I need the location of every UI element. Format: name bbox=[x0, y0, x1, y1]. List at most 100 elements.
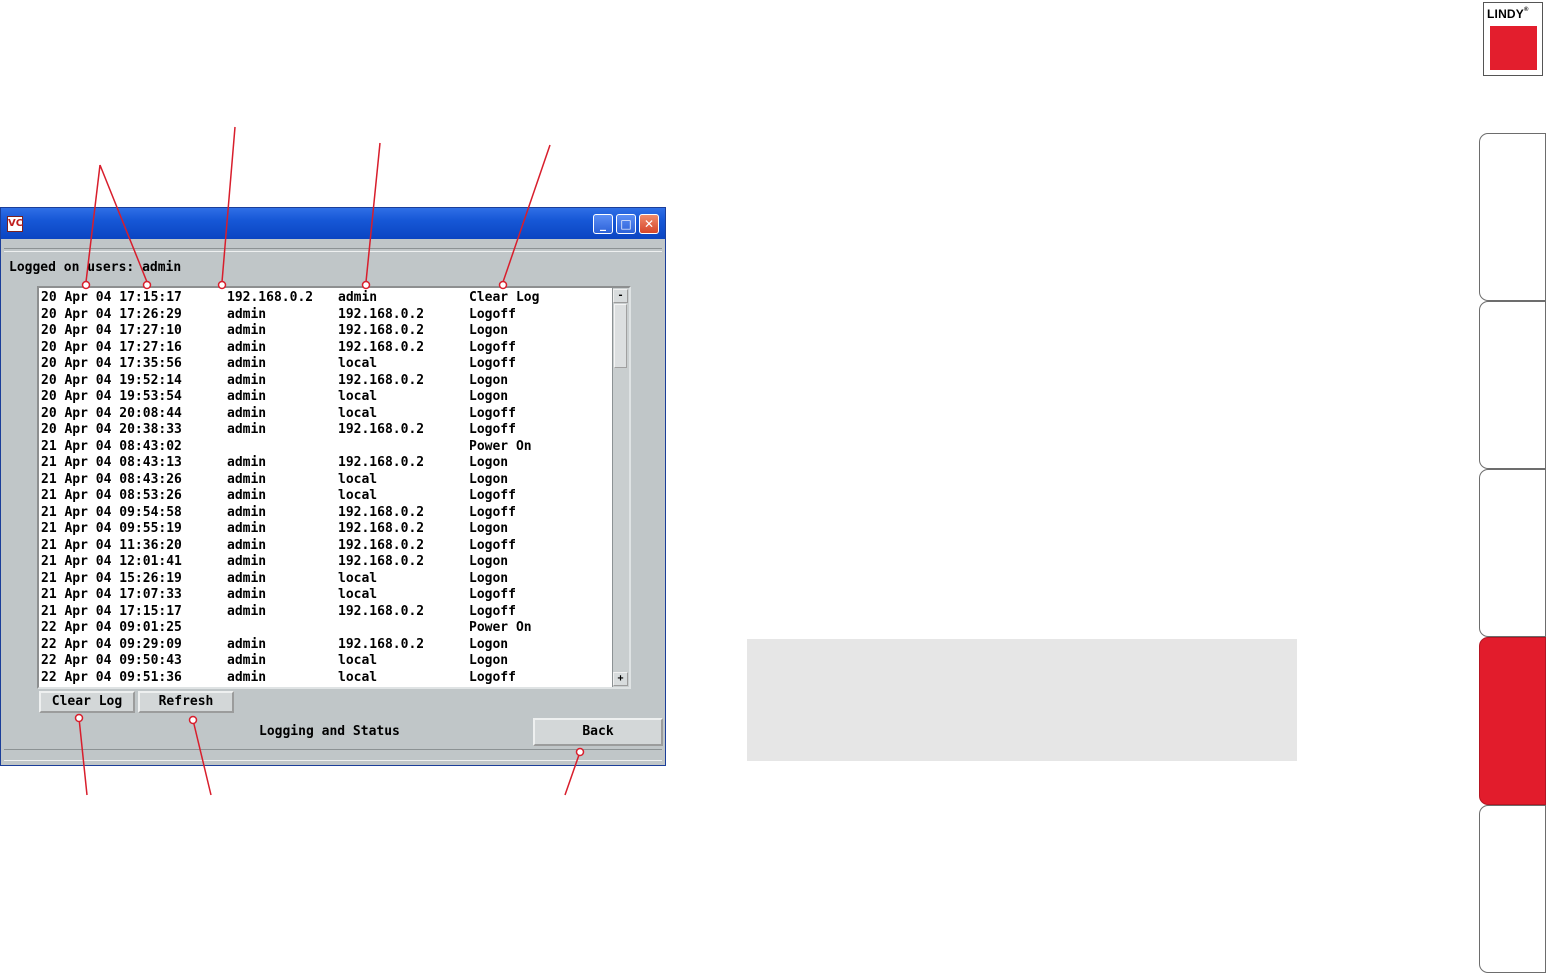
log-field-2: 192.168.0.2 bbox=[338, 372, 425, 388]
log-date: 21 Apr 04 11:36:20 bbox=[41, 537, 182, 553]
table-row[interactable]: 20 Apr 04 20:08:44 admin local Logoff bbox=[41, 406, 616, 423]
section-tab-1[interactable] bbox=[1479, 133, 1546, 301]
logging-status-window: VC _ □ ✕ Logged on users: admin 20 Apr 0… bbox=[0, 207, 666, 766]
table-row[interactable]: 20 Apr 04 17:26:29 admin 192.168.0.2 Logoff bbox=[41, 307, 616, 324]
table-row[interactable]: 21 Apr 04 09:55:19 admin 192.168.0.2 Logon bbox=[41, 521, 616, 538]
table-row[interactable]: 21 Apr 04 15:26:19 admin local Logon bbox=[41, 571, 616, 588]
table-row[interactable]: 20 Apr 04 17:27:10 admin 192.168.0.2 Logon bbox=[41, 323, 616, 340]
log-date: 20 Apr 04 19:52:14 bbox=[41, 372, 182, 388]
table-row[interactable]: 20 Apr 04 17:27:16 admin 192.168.0.2 Logoff bbox=[41, 340, 616, 357]
divider bbox=[4, 248, 662, 252]
log-date: 22 Apr 04 09:29:09 bbox=[41, 636, 182, 652]
log-field-2: 192.168.0.2 bbox=[338, 554, 425, 569]
table-row[interactable]: 21 Apr 04 11:36:20 admin 192.168.0.2 Logoff bbox=[41, 538, 616, 555]
log-field-2: local bbox=[338, 471, 378, 487]
back-button[interactable]: Back bbox=[533, 718, 663, 746]
log-date: 22 Apr 04 09:51:36 bbox=[41, 669, 182, 685]
log-field-1: 192.168.0.2 bbox=[227, 290, 314, 305]
table-row[interactable]: 20 Apr 04 19:53:54 admin local Logon bbox=[41, 389, 616, 406]
table-row[interactable]: 21 Apr 04 09:54:58 admin 192.168.0.2 Logoff bbox=[41, 505, 616, 522]
log-field-2: local bbox=[338, 669, 378, 685]
log-action: Logon bbox=[469, 636, 509, 652]
log-field-2: local bbox=[338, 405, 378, 421]
log-date: 20 Apr 04 20:38:33 bbox=[41, 422, 182, 437]
log-date: 20 Apr 04 17:27:10 bbox=[41, 323, 182, 338]
table-row[interactable]: 22 Apr 04 09:29:09 admin 192.168.0.2 Logon bbox=[41, 637, 616, 654]
table-row[interactable]: 20 Apr 04 17:15:17 192.168.0.2 admin Clear … bbox=[41, 290, 616, 307]
log-field-1: admin bbox=[227, 537, 267, 553]
log-field-2: 192.168.0.2 bbox=[338, 603, 425, 619]
log-action: Logon bbox=[469, 570, 509, 586]
log-field-1: admin bbox=[227, 306, 267, 322]
table-row[interactable]: 22 Apr 04 09:51:36 admin local Logoff bbox=[41, 670, 616, 687]
table-row[interactable]: 21 Apr 04 08:43:02 Power On bbox=[41, 439, 616, 456]
log-field-2: 192.168.0.2 bbox=[338, 339, 425, 355]
log-action: Power On bbox=[469, 620, 532, 635]
maximize-button[interactable]: □ bbox=[616, 214, 636, 234]
table-row[interactable]: 21 Apr 04 17:15:17 admin 192.168.0.2 Logoff bbox=[41, 604, 616, 621]
table-row[interactable]: 20 Apr 04 20:38:33 admin 192.168.0.2 Logoff bbox=[41, 422, 616, 439]
log-action: Logoff bbox=[469, 669, 516, 685]
log-date: 20 Apr 04 17:15:17 bbox=[41, 290, 182, 305]
title-bar[interactable]: VC _ □ ✕ bbox=[1, 208, 665, 239]
log-action: Logoff bbox=[469, 488, 516, 503]
table-row[interactable]: 21 Apr 04 12:01:41 admin 192.168.0.2 Logon bbox=[41, 554, 616, 571]
log-action: Logon bbox=[469, 471, 509, 487]
log-field-1: admin bbox=[227, 570, 267, 586]
log-field-2: 192.168.0.2 bbox=[338, 306, 425, 322]
scroll-down-button[interactable]: + bbox=[613, 672, 628, 686]
lindy-logo: LINDY® bbox=[1483, 2, 1543, 76]
log-field-2: local bbox=[338, 356, 378, 371]
log-field-2: local bbox=[338, 488, 378, 503]
table-row[interactable]: 21 Apr 04 08:43:13 admin 192.168.0.2 Logon bbox=[41, 455, 616, 472]
log-field-2: local bbox=[338, 587, 378, 602]
section-tab-2[interactable] bbox=[1479, 301, 1546, 469]
table-row[interactable]: 20 Apr 04 19:52:14 admin 192.168.0.2 Logon bbox=[41, 373, 616, 390]
log-date: 21 Apr 04 08:43:02 bbox=[41, 438, 182, 454]
table-row[interactable]: 21 Apr 04 08:43:26 admin local Logon bbox=[41, 472, 616, 489]
log-date: 20 Apr 04 19:53:54 bbox=[41, 389, 182, 404]
table-row[interactable]: 22 Apr 04 09:01:25 Power On bbox=[41, 620, 616, 637]
event-log-list[interactable]: 20 Apr 04 17:15:17 192.168.0.2 admin Clear … bbox=[37, 286, 631, 689]
log-field-1: admin bbox=[227, 323, 267, 338]
clear-log-button[interactable]: Clear Log bbox=[39, 691, 135, 713]
section-tab-3[interactable] bbox=[1479, 469, 1546, 637]
log-field-1: admin bbox=[227, 521, 267, 536]
log-field-2: 192.168.0.2 bbox=[338, 455, 425, 470]
table-row[interactable]: 21 Apr 04 17:07:33 admin local Logoff bbox=[41, 587, 616, 604]
logo-red-square bbox=[1490, 26, 1537, 70]
log-field-1: admin bbox=[227, 471, 267, 487]
close-button[interactable]: ✕ bbox=[639, 214, 659, 234]
log-field-2: 192.168.0.2 bbox=[338, 323, 425, 338]
scroll-up-button[interactable]: - bbox=[613, 289, 628, 303]
logged-on-value: admin bbox=[142, 260, 182, 275]
log-action: Clear Log bbox=[469, 290, 540, 305]
log-date: 21 Apr 04 09:55:19 bbox=[41, 521, 182, 536]
refresh-button[interactable]: Refresh bbox=[138, 691, 234, 713]
log-scrollbar[interactable]: - + bbox=[612, 288, 629, 687]
log-field-1: admin bbox=[227, 422, 267, 437]
log-date: 22 Apr 04 09:01:25 bbox=[41, 620, 182, 635]
section-tab-4-active[interactable] bbox=[1479, 637, 1546, 805]
log-field-1: admin bbox=[227, 587, 267, 602]
log-action: Logoff bbox=[469, 306, 516, 322]
log-action: Logon bbox=[469, 323, 509, 338]
log-date: 20 Apr 04 17:35:56 bbox=[41, 356, 182, 371]
section-tab-5[interactable] bbox=[1479, 805, 1546, 973]
log-field-2: 192.168.0.2 bbox=[338, 422, 425, 437]
table-row[interactable]: 22 Apr 04 09:50:43 admin local Logon bbox=[41, 653, 616, 670]
log-action: Logon bbox=[469, 554, 509, 569]
log-action: Logoff bbox=[469, 422, 516, 437]
scroll-thumb[interactable] bbox=[614, 304, 627, 368]
log-action: Logon bbox=[469, 372, 509, 388]
log-field-2: local bbox=[338, 389, 378, 404]
log-field-2: 192.168.0.2 bbox=[338, 504, 425, 520]
table-row[interactable]: 21 Apr 04 08:53:26 admin local Logoff bbox=[41, 488, 616, 505]
log-action: Power On bbox=[469, 438, 532, 454]
log-date: 21 Apr 04 08:43:26 bbox=[41, 471, 182, 487]
log-rows: 20 Apr 04 17:15:17 192.168.0.2 admin Clear … bbox=[41, 290, 616, 686]
log-field-1: admin bbox=[227, 356, 267, 371]
minimize-button[interactable]: _ bbox=[593, 214, 613, 234]
table-row[interactable]: 20 Apr 04 17:35:56 admin local Logoff bbox=[41, 356, 616, 373]
log-field-1: admin bbox=[227, 636, 267, 652]
